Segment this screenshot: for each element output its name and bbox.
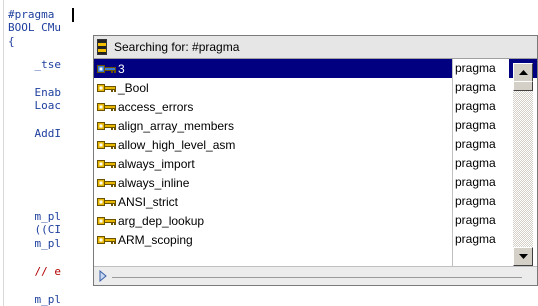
autocomplete-popup[interactable]: Searching for: #pragma 3 pragma _Bool pragm… — [93, 35, 538, 286]
completion-item[interactable]: align_array_members pragma — [94, 116, 537, 135]
completion-item[interactable]: allow_high_level_asm pragma — [94, 135, 537, 154]
completion-item[interactable]: ARM_scoping pragma — [94, 230, 537, 249]
key-icon — [97, 178, 116, 187]
code-line: AddI — [8, 127, 61, 140]
completion-item[interactable]: _Bool pragma — [94, 78, 537, 97]
popup-header-text: Searching for: #pragma — [114, 40, 240, 54]
key-icon — [97, 140, 116, 149]
key-icon — [97, 216, 116, 225]
scroll-up-button[interactable] — [513, 63, 533, 82]
completion-item-type: pragma — [455, 80, 496, 94]
key-icon — [97, 197, 116, 206]
completion-item-type: pragma — [453, 59, 509, 78]
code-line: m_pl — [8, 210, 61, 223]
key-icon — [97, 121, 116, 130]
popup-footer — [94, 266, 537, 285]
code-line: { — [8, 35, 15, 48]
code-line: _tse — [8, 58, 61, 71]
code-line: BOOL CMu — [8, 21, 61, 34]
completion-item[interactable]: access_errors pragma — [94, 97, 537, 116]
completion-item-type: pragma — [455, 232, 496, 246]
expand-arrow-icon[interactable] — [99, 270, 107, 282]
arrow-up-icon — [518, 70, 528, 75]
completion-item[interactable]: always_import pragma — [94, 154, 537, 173]
footer-divider — [112, 277, 522, 278]
editor-gutter-divider — [3, 0, 4, 306]
completion-item[interactable]: ANSI_strict pragma — [94, 192, 537, 211]
search-status-icon — [97, 39, 107, 55]
code-line: Loac — [8, 99, 61, 112]
code-line: ((CI — [8, 223, 61, 236]
completion-list[interactable]: 3 pragma _Bool pragma access_errors pragma ali… — [94, 59, 537, 266]
completion-item-type: pragma — [455, 213, 496, 227]
text-caret — [72, 8, 74, 22]
completion-item-type: pragma — [455, 156, 496, 170]
vertical-scrollbar[interactable] — [513, 63, 533, 266]
code-line: m_pl — [8, 237, 61, 250]
completion-item[interactable]: 3 pragma — [94, 59, 537, 78]
completion-item-type: pragma — [455, 194, 496, 208]
scrollbar-thumb[interactable] — [513, 81, 533, 91]
completion-item[interactable]: always_inline pragma — [94, 173, 537, 192]
code-line: Enab — [8, 86, 61, 99]
key-icon — [97, 102, 116, 111]
code-line: #pragma — [8, 8, 61, 21]
code-line: m_pl — [8, 293, 61, 306]
completion-item-type: pragma — [455, 137, 496, 151]
key-icon — [97, 83, 116, 92]
completion-item-type: pragma — [455, 99, 496, 113]
key-icon — [97, 235, 116, 244]
scroll-down-button[interactable] — [513, 247, 533, 266]
completion-item-type: pragma — [455, 118, 496, 132]
key-icon — [97, 64, 116, 73]
code-comment-line: // e — [8, 265, 61, 278]
key-icon — [97, 159, 116, 168]
completion-item[interactable]: arg_dep_lookup pragma — [94, 211, 537, 230]
column-divider — [452, 59, 453, 266]
completion-item-type: pragma — [455, 175, 496, 189]
arrow-down-icon — [518, 254, 528, 259]
popup-header: Searching for: #pragma — [94, 36, 537, 59]
